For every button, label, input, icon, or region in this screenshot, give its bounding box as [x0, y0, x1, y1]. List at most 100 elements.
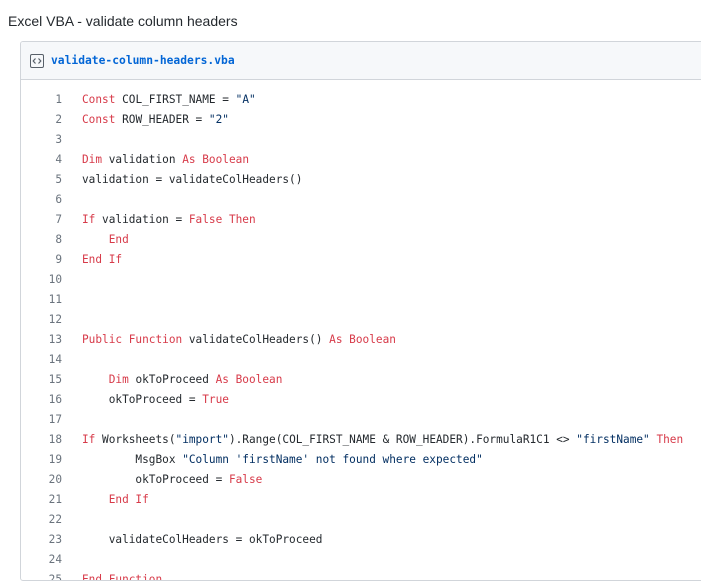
line-number[interactable]: 9: [21, 250, 82, 270]
line-number[interactable]: 2: [21, 110, 82, 130]
code-text: validation =: [95, 213, 189, 226]
code-keyword: Dim: [108, 373, 129, 386]
code-line: 19 MsgBox "Column 'firstName' not found …: [21, 450, 701, 470]
code-keyword: False: [228, 473, 263, 486]
code-line: 4 Dim validation As Boolean: [21, 150, 701, 170]
code-keyword: End If: [82, 253, 123, 266]
code-text: okToProceed =: [82, 393, 203, 406]
code-string: "Column 'firstName' not found where expe…: [182, 453, 483, 466]
line-number[interactable]: 23: [21, 530, 82, 550]
line-code: If validation = False Then: [82, 210, 701, 230]
code-text: validateColHeaders = okToProceed: [82, 533, 323, 546]
line-code: Dim okToProceed As Boolean: [82, 370, 701, 390]
line-number[interactable]: 16: [21, 390, 82, 410]
line-code: End If: [82, 490, 701, 510]
line-number[interactable]: 11: [21, 290, 82, 310]
code-keyword: End Function: [82, 573, 163, 581]
line-code: End: [82, 230, 701, 250]
code-text: okToProceed =: [82, 473, 229, 486]
code-line: 8 End: [21, 230, 701, 250]
code-text: validation = validateColHeaders(): [82, 173, 303, 186]
code-line: 2 Const ROW_HEADER = "2": [21, 110, 701, 130]
code-line: 20 okToProceed = False: [21, 470, 701, 490]
code-string: "import": [175, 433, 229, 446]
line-number[interactable]: 12: [21, 310, 82, 330]
code-line: 3: [21, 130, 701, 150]
line-number[interactable]: 25: [21, 570, 82, 580]
file-header: validate-column-headers.vba: [21, 42, 701, 80]
code-line: 18 If Worksheets("import").Range(COL_FIRS…: [21, 430, 701, 450]
code-keyword: True: [202, 393, 229, 406]
code-keyword: If: [82, 213, 96, 226]
line-code: End If: [82, 250, 701, 270]
line-code: Public Function validateColHeaders() As …: [82, 330, 701, 350]
code-body: 1 Const COL_FIRST_NAME = "A" 2 Const ROW_HE…: [21, 80, 701, 581]
code-keyword: Const: [82, 93, 116, 106]
line-number[interactable]: 17: [21, 410, 82, 430]
code-text: COL_FIRST_NAME =: [115, 93, 236, 106]
code-line: 17: [21, 410, 701, 430]
line-number[interactable]: 14: [21, 350, 82, 370]
line-code: validateColHeaders = okToProceed: [82, 530, 701, 550]
code-keyword: As Boolean: [182, 153, 249, 166]
code-line: 15 Dim okToProceed As Boolean: [21, 370, 701, 390]
code-text: ).Range(COL_FIRST_NAME & ROW_HEADER).For…: [228, 433, 577, 446]
line-code: Const ROW_HEADER = "2": [82, 110, 701, 130]
code-keyword: End: [108, 233, 129, 246]
code-keyword: End If: [108, 493, 149, 506]
line-number[interactable]: 19: [21, 450, 82, 470]
line-code: okToProceed = True: [82, 390, 701, 410]
code-keyword: Dim: [82, 153, 103, 166]
line-code: Const COL_FIRST_NAME = "A": [82, 90, 701, 110]
line-code: validation = validateColHeaders(): [82, 170, 701, 190]
code-keyword: Const: [82, 113, 116, 126]
line-number[interactable]: 1: [21, 90, 82, 110]
line-number[interactable]: 13: [21, 330, 82, 350]
line-number[interactable]: 24: [21, 550, 82, 570]
code-line: 24: [21, 550, 701, 570]
code-text: ROW_HEADER =: [115, 113, 209, 126]
code-line: 13 Public Function validateColHeaders() A…: [21, 330, 701, 350]
line-code: Dim validation As Boolean: [82, 150, 701, 170]
line-number[interactable]: 6: [21, 190, 82, 210]
code-keyword: If: [82, 433, 96, 446]
line-number[interactable]: 22: [21, 510, 82, 530]
line-number[interactable]: 15: [21, 370, 82, 390]
line-number[interactable]: 3: [21, 130, 82, 150]
code-line: 1 Const COL_FIRST_NAME = "A": [21, 90, 701, 110]
code-keyword: As Boolean: [215, 373, 283, 386]
code-line: 16 okToProceed = True: [21, 390, 701, 410]
code-string: "2": [208, 113, 229, 126]
line-number[interactable]: 5: [21, 170, 82, 190]
line-number[interactable]: 20: [21, 470, 82, 490]
line-number[interactable]: 21: [21, 490, 82, 510]
file-name-link[interactable]: validate-column-headers.vba: [51, 54, 235, 67]
page-title: Excel VBA - validate column headers: [8, 13, 238, 29]
line-code: okToProceed = False: [82, 470, 701, 490]
line-number[interactable]: 7: [21, 210, 82, 230]
line-number[interactable]: 4: [21, 150, 82, 170]
code-text: MsgBox: [82, 453, 183, 466]
line-number[interactable]: 8: [21, 230, 82, 250]
code-line: 9 End If: [21, 250, 701, 270]
code-line: 11: [21, 290, 701, 310]
code-text: okToProceed: [128, 373, 216, 386]
code-text: validateColHeaders(): [182, 333, 330, 346]
line-number[interactable]: 18: [21, 430, 82, 450]
code-line: 25 End Function: [21, 570, 701, 581]
code-line: 14: [21, 350, 701, 370]
line-number[interactable]: 10: [21, 270, 82, 290]
code-line: 5 validation = validateColHeaders(): [21, 170, 701, 190]
code-keyword: False Then: [188, 213, 256, 226]
code-line: 6: [21, 190, 701, 210]
code-line: 22: [21, 510, 701, 530]
line-code: MsgBox "Column 'firstName' not found whe…: [82, 450, 701, 470]
code-text: Worksheets(: [95, 433, 176, 446]
